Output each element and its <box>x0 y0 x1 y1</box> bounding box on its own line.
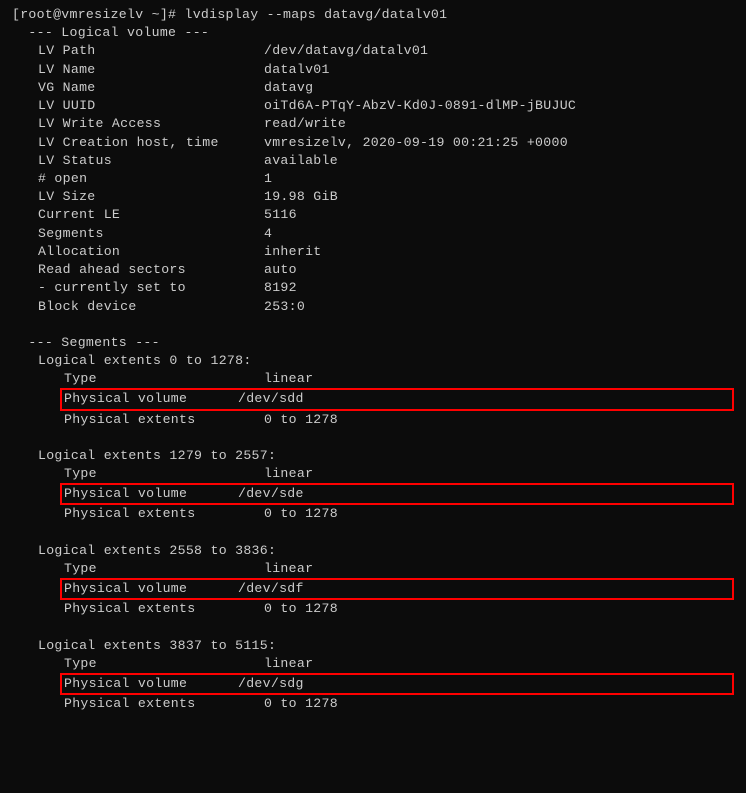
lv-value: oiTd6A-PTqY-AbzV-Kd0J-0891-dlMP-jBUJUC <box>264 97 576 115</box>
lv-value: 253:0 <box>264 298 305 316</box>
lv-row: Allocationinherit <box>12 243 734 261</box>
segment-pe-row: Physical extents0 to 1278 <box>12 695 734 713</box>
segment-pv-key: Physical volume <box>64 675 238 693</box>
lv-value: available <box>264 152 338 170</box>
lv-value: 4 <box>264 225 272 243</box>
segment-type-value: linear <box>264 560 313 578</box>
lv-value: datalv01 <box>264 61 330 79</box>
segment-pv-key: Physical volume <box>64 580 238 598</box>
segment-type-row: Typelinear <box>12 465 734 483</box>
lv-value: vmresizelv, 2020-09-19 00:21:25 +0000 <box>264 134 568 152</box>
lv-key: LV Name <box>38 61 264 79</box>
blank-line <box>12 619 734 637</box>
lv-row: LV Size19.98 GiB <box>12 188 734 206</box>
lv-row: LV Creation host, timevmresizelv, 2020-0… <box>12 134 734 152</box>
lv-row: Block device253:0 <box>12 298 734 316</box>
lv-value: /dev/datavg/datalv01 <box>264 42 428 60</box>
shell-prompt: [root@vmresizelv ~]# lvdisplay --maps da… <box>12 6 734 24</box>
lv-value: 19.98 GiB <box>264 188 338 206</box>
segment-pe-key: Physical extents <box>64 695 264 713</box>
segment-pe-row: Physical extents0 to 1278 <box>12 411 734 429</box>
lv-row: Read ahead sectorsauto <box>12 261 734 279</box>
segment-type-key: Type <box>64 560 264 578</box>
lv-key: - currently set to <box>38 279 264 297</box>
lv-row: LV Statusavailable <box>12 152 734 170</box>
pv-highlight: Physical volume/dev/sde <box>60 483 734 505</box>
lv-row: LV UUIDoiTd6A-PTqY-AbzV-Kd0J-0891-dlMP-j… <box>12 97 734 115</box>
segment-pe-row: Physical extents0 to 1278 <box>12 600 734 618</box>
segment-pe-key: Physical extents <box>64 505 264 523</box>
segment-pv-value: /dev/sde <box>238 485 304 503</box>
lv-key: LV UUID <box>38 97 264 115</box>
segment-range: Logical extents 1279 to 2557: <box>12 447 734 465</box>
segments-header: --- Segments --- <box>12 334 734 352</box>
lv-row: LV Path/dev/datavg/datalv01 <box>12 42 734 60</box>
lv-key: LV Write Access <box>38 115 264 133</box>
blank-line <box>12 524 734 542</box>
lv-key: LV Status <box>38 152 264 170</box>
segment-type-row: Typelinear <box>12 560 734 578</box>
segment-range: Logical extents 3837 to 5115: <box>12 637 734 655</box>
segment-pv-row: Physical volume/dev/sdg <box>12 673 734 695</box>
segment-type-value: linear <box>264 465 313 483</box>
segment-pe-row: Physical extents0 to 1278 <box>12 505 734 523</box>
lv-key: Allocation <box>38 243 264 261</box>
lv-value: inherit <box>264 243 322 261</box>
lv-key: VG Name <box>38 79 264 97</box>
lv-key: Read ahead sectors <box>38 261 264 279</box>
lv-row: - currently set to8192 <box>12 279 734 297</box>
lv-key: Segments <box>38 225 264 243</box>
lv-value: 5116 <box>264 206 297 224</box>
segment-pe-value: 0 to 1278 <box>264 695 338 713</box>
segment-type-row: Typelinear <box>12 370 734 388</box>
lv-value: auto <box>264 261 297 279</box>
segment-pe-value: 0 to 1278 <box>264 600 338 618</box>
segment-pe-key: Physical extents <box>64 600 264 618</box>
lv-info: LV Path/dev/datavg/datalv01LV Namedatalv… <box>12 42 734 315</box>
pv-highlight: Physical volume/dev/sdd <box>60 388 734 410</box>
lv-key: Current LE <box>38 206 264 224</box>
segment-range: Logical extents 0 to 1278: <box>12 352 734 370</box>
segments: Logical extents 0 to 1278:TypelinearPhys… <box>12 352 734 714</box>
lv-row: VG Namedatavg <box>12 79 734 97</box>
lv-key: LV Path <box>38 42 264 60</box>
lv-value: 1 <box>264 170 272 188</box>
lv-row: Current LE5116 <box>12 206 734 224</box>
segment-pe-value: 0 to 1278 <box>264 411 338 429</box>
segment-type-key: Type <box>64 465 264 483</box>
segment-pv-value: /dev/sdg <box>238 675 304 693</box>
segment-type-key: Type <box>64 655 264 673</box>
lv-row: LV Namedatalv01 <box>12 61 734 79</box>
lv-value: datavg <box>264 79 313 97</box>
lv-row: Segments4 <box>12 225 734 243</box>
lv-row: # open1 <box>12 170 734 188</box>
pv-highlight: Physical volume/dev/sdf <box>60 578 734 600</box>
blank-line <box>12 316 734 334</box>
lv-value: read/write <box>264 115 346 133</box>
segment-pv-value: /dev/sdf <box>238 580 304 598</box>
segment-pv-row: Physical volume/dev/sdf <box>12 578 734 600</box>
lv-header: --- Logical volume --- <box>12 24 734 42</box>
segment-pv-row: Physical volume/dev/sde <box>12 483 734 505</box>
segment-pv-key: Physical volume <box>64 485 238 503</box>
blank-line <box>12 429 734 447</box>
segment-pv-row: Physical volume/dev/sdd <box>12 388 734 410</box>
segment-pe-key: Physical extents <box>64 411 264 429</box>
segment-type-key: Type <box>64 370 264 388</box>
lv-row: LV Write Accessread/write <box>12 115 734 133</box>
segment-pe-value: 0 to 1278 <box>264 505 338 523</box>
segment-pv-key: Physical volume <box>64 390 238 408</box>
lv-value: 8192 <box>264 279 297 297</box>
segment-type-value: linear <box>264 370 313 388</box>
segment-type-value: linear <box>264 655 313 673</box>
segment-pv-value: /dev/sdd <box>238 390 304 408</box>
lv-key: # open <box>38 170 264 188</box>
lv-key: LV Size <box>38 188 264 206</box>
lv-key: LV Creation host, time <box>38 134 264 152</box>
segment-type-row: Typelinear <box>12 655 734 673</box>
pv-highlight: Physical volume/dev/sdg <box>60 673 734 695</box>
segment-range: Logical extents 2558 to 3836: <box>12 542 734 560</box>
lv-key: Block device <box>38 298 264 316</box>
